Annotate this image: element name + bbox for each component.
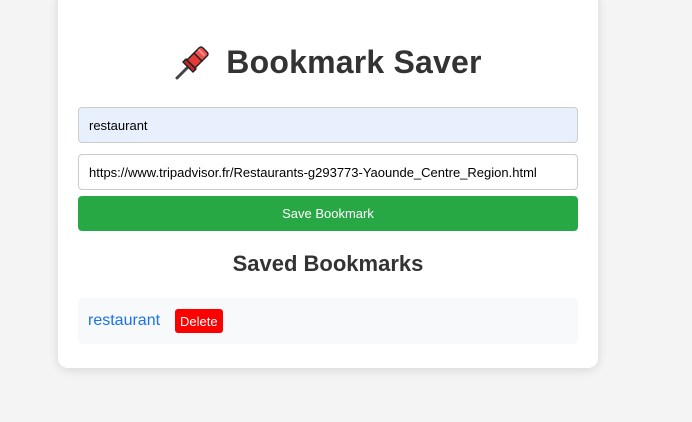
header: Bookmark Saver [58, 40, 598, 84]
pushpin-icon [175, 46, 210, 80]
bookmark-link[interactable]: restaurant [88, 312, 160, 330]
bookmark-title-input[interactable] [78, 107, 578, 143]
delete-button[interactable]: Delete [175, 309, 223, 333]
bookmark-url-input[interactable] [78, 154, 578, 190]
saved-bookmarks-heading: Saved Bookmarks [232, 251, 424, 276]
bookmark-card: Bookmark Saver Save Bookmark Saved Bookm… [58, 0, 598, 368]
list-item: restaurant Delete [78, 298, 578, 344]
save-bookmark-button[interactable]: Save Bookmark [78, 196, 578, 231]
page-title: Bookmark Saver [226, 43, 482, 80]
